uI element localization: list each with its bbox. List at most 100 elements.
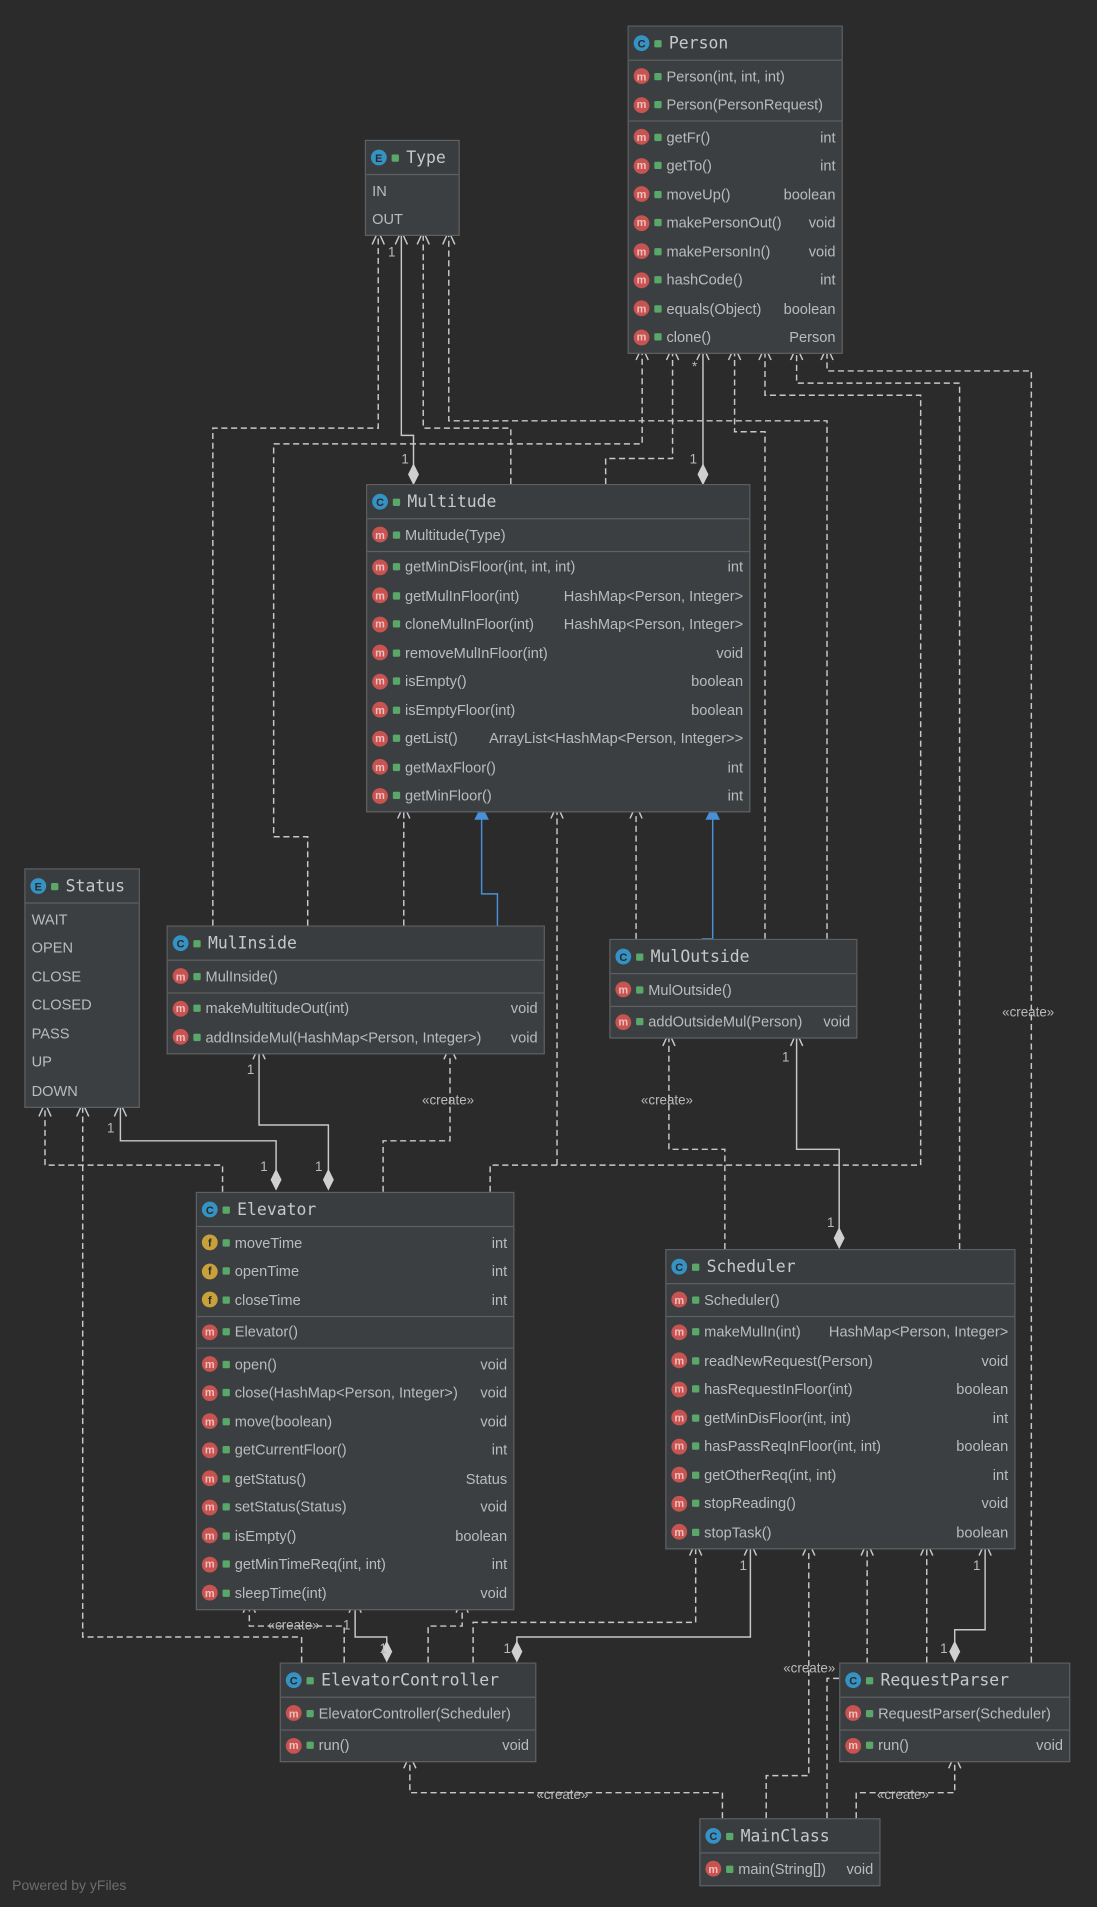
method-row[interactable]: m removeMulInFloor(int) void — [367, 639, 749, 668]
method-row[interactable]: m getMaxFloor() int — [367, 753, 749, 782]
method-row[interactable]: m main(String[]) void — [701, 1855, 880, 1884]
enum-constant-row[interactable]: OUT — [366, 205, 458, 234]
field-row[interactable]: f closeTime int — [197, 1286, 513, 1315]
dependency-edge — [44, 1103, 224, 1192]
method-row[interactable]: m addOutsideMul(Person) void — [611, 1008, 857, 1037]
class-box-mulinside[interactable]: C MulInside m MulInside() m makeMultitudeOut(… — [166, 925, 545, 1054]
method-row[interactable]: m makePersonOut() void — [629, 209, 842, 238]
method-row[interactable]: m RequestParser(Scheduler) — [840, 1699, 1069, 1728]
method-row[interactable]: m getMinTimeReq(int, int) int — [197, 1550, 513, 1579]
method-row[interactable]: m makeMultitudeOut(int) void — [168, 994, 544, 1023]
composition-edge — [516, 1542, 752, 1652]
class-box-elevatorcontroller[interactable]: C ElevatorController m ElevatorController(S… — [279, 1662, 537, 1763]
class-box-muloutside[interactable]: C MulOutside m MulOutside() m addOutsideMul(P… — [609, 938, 858, 1039]
class-icon: C — [845, 1672, 862, 1689]
method-row[interactable]: m Person(int, int, int) — [629, 62, 842, 91]
enum-constant-row[interactable]: PASS — [26, 1019, 139, 1048]
enum-constant-row[interactable]: WAIT — [26, 905, 139, 934]
class-icon: C — [201, 1201, 218, 1218]
method-row[interactable]: m getFr() int — [629, 123, 842, 152]
method-row[interactable]: m open() void — [197, 1350, 513, 1379]
method-row[interactable]: m move(boolean) void — [197, 1407, 513, 1436]
class-header: C ElevatorController — [280, 1663, 536, 1698]
class-section: WAIT OPEN CLOSE CLOSED PASS UP DOWN — [26, 904, 139, 1106]
public-visibility-icon — [636, 1018, 644, 1026]
member-name: moveUp() — [666, 185, 731, 203]
enum-constant-row[interactable]: IN — [366, 176, 458, 205]
method-row[interactable]: m Elevator() — [197, 1318, 513, 1347]
method-row[interactable]: m hasRequestInFloor(int) boolean — [666, 1375, 1014, 1404]
method-icon: m — [705, 1861, 722, 1877]
method-row[interactable]: m stopReading() void — [666, 1489, 1014, 1518]
member-name: cloneMulInFloor(int) — [404, 615, 534, 633]
method-row[interactable]: m stopTask() boolean — [666, 1518, 1014, 1547]
method-row[interactable]: m getStatus() Status — [197, 1464, 513, 1493]
method-icon: m — [172, 1000, 189, 1017]
method-row[interactable]: m run() void — [281, 1731, 535, 1760]
method-row[interactable]: m addInsideMul(HashMap<Person, Integer>) v… — [168, 1023, 544, 1052]
class-box-elevator[interactable]: C Elevator f moveTime int f openTime int f closeT… — [195, 1191, 515, 1610]
method-row[interactable]: m setStatus(Status) void — [197, 1493, 513, 1522]
method-row[interactable]: m Person(PersonRequest) — [629, 91, 842, 120]
composition-diamond-icon — [697, 463, 709, 486]
method-row[interactable]: m readNewRequest(Person) void — [666, 1346, 1014, 1375]
method-row[interactable]: m sleepTime(int) void — [197, 1579, 513, 1608]
method-row[interactable]: m makeMulIn(int) HashMap<Person, Integer> — [666, 1318, 1014, 1347]
enum-constant-row[interactable]: DOWN — [26, 1076, 139, 1105]
public-visibility-icon — [222, 1446, 230, 1454]
class-box-mainclass[interactable]: C MainClass m main(String[]) void — [699, 1818, 881, 1886]
member-type: HashMap<Person, Integer> — [563, 615, 744, 633]
class-box-multitude[interactable]: C Multitude m Multitude(Type) m getMinDisFloo… — [366, 484, 751, 813]
method-row[interactable]: m run() void — [840, 1731, 1069, 1760]
enum-constant-row[interactable]: CLOSED — [26, 991, 139, 1020]
method-row[interactable]: m getCurrentFloor() int — [197, 1436, 513, 1465]
class-name: Status — [65, 876, 126, 896]
class-box-person[interactable]: C Person m Person(int, int, int) m Person(Per… — [627, 25, 843, 354]
method-row[interactable]: m getTo() int — [629, 151, 842, 180]
class-box-type[interactable]: E Type IN OUT — [364, 139, 460, 236]
method-row[interactable]: m Scheduler() — [666, 1286, 1014, 1315]
member-name: getStatus() — [234, 1470, 307, 1488]
method-row[interactable]: m isEmpty() boolean — [197, 1521, 513, 1550]
method-row[interactable]: m moveUp() boolean — [629, 180, 842, 209]
method-row[interactable]: m hasPassReqInFloor(int, int) boolean — [666, 1432, 1014, 1461]
class-box-scheduler[interactable]: C Scheduler m Scheduler() m makeMulIn(int) Has… — [665, 1249, 1016, 1549]
method-row[interactable]: m hashCode() int — [629, 266, 842, 295]
method-row[interactable]: m getMinDisFloor(int, int) int — [666, 1403, 1014, 1432]
class-box-requestparser[interactable]: C RequestParser m RequestParser(Scheduler) m… — [839, 1662, 1071, 1763]
method-row[interactable]: m getMulInFloor(int) HashMap<Person, Integ… — [367, 581, 749, 610]
member-name: getMinDisFloor(int, int, int) — [404, 558, 576, 576]
multiplicity-label: 1 — [739, 1559, 747, 1574]
field-row[interactable]: f moveTime int — [197, 1228, 513, 1257]
method-icon: m — [845, 1737, 862, 1754]
class-box-status[interactable]: E Status WAIT OPEN CLOSE CLOSED PASS UP DOWN — [24, 868, 140, 1108]
method-row[interactable]: m getMinDisFloor(int, int, int) int — [367, 553, 749, 582]
method-row[interactable]: m close(HashMap<Person, Integer>) void — [197, 1379, 513, 1408]
method-row[interactable]: m MulOutside() — [611, 975, 857, 1004]
method-row[interactable]: m MulInside() — [168, 962, 544, 991]
method-row[interactable]: m makePersonIn() void — [629, 237, 842, 266]
member-name: close(HashMap<Person, Integer>) — [234, 1384, 458, 1402]
enum-constant-row[interactable]: OPEN — [26, 933, 139, 962]
method-row[interactable]: m getMinFloor() int — [367, 781, 749, 810]
method-row[interactable]: m getList() ArrayList<HashMap<Person, Inte… — [367, 724, 749, 753]
method-row[interactable]: m equals(Object) boolean — [629, 294, 842, 323]
method-row[interactable]: m Multitude(Type) — [367, 521, 749, 550]
enum-constant-row[interactable]: CLOSE — [26, 962, 139, 991]
method-row[interactable]: m cloneMulInFloor(int) HashMap<Person, Int… — [367, 610, 749, 639]
public-visibility-icon — [654, 72, 662, 80]
method-row[interactable]: m clone() Person — [629, 323, 842, 352]
field-row[interactable]: f openTime int — [197, 1257, 513, 1286]
composition-edge — [400, 231, 415, 475]
public-visibility-icon — [222, 1360, 230, 1368]
method-row[interactable]: m ElevatorController(Scheduler) — [281, 1699, 535, 1728]
method-row[interactable]: m isEmptyFloor(int) boolean — [367, 696, 749, 725]
method-row[interactable]: m getOtherReq(int, int) int — [666, 1461, 1014, 1490]
member-name: hashCode() — [666, 271, 743, 289]
method-icon: m — [201, 1356, 218, 1373]
member-name: readNewRequest(Person) — [704, 1352, 873, 1370]
multiplicity-label: 1 — [260, 1160, 268, 1175]
multiplicity-label: 1 — [342, 1618, 351, 1634]
enum-constant-row[interactable]: UP — [26, 1048, 139, 1077]
method-row[interactable]: m isEmpty() boolean — [367, 667, 749, 696]
